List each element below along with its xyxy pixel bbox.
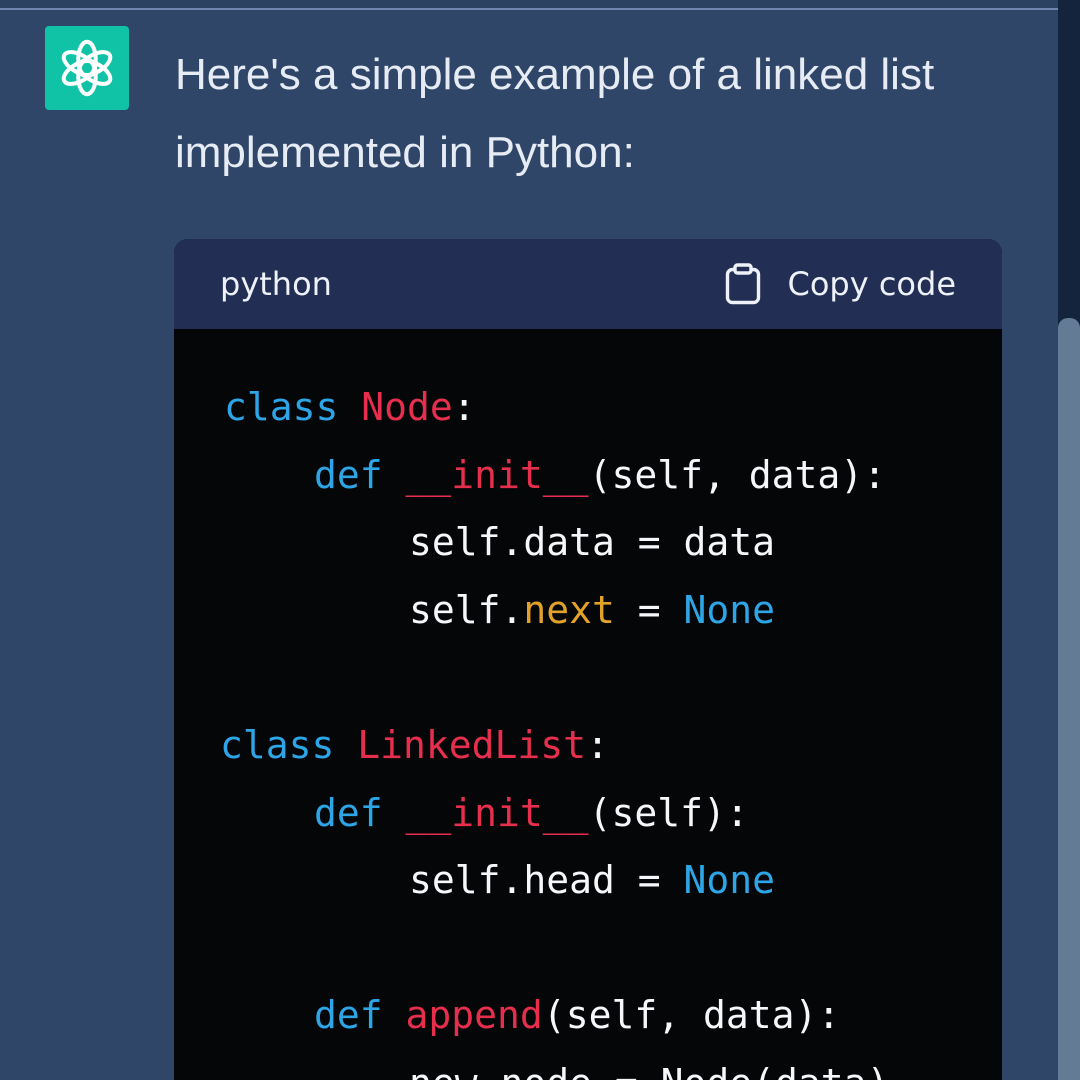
code-token: (self, data): [542,993,841,1037]
code-token: def [314,791,383,835]
code-token: self.data = data [409,520,776,564]
code-token: self.head = [409,858,684,902]
message-line: Here's a simple example of a linked list [175,50,935,99]
scrollbar-thumb[interactable] [1058,318,1080,1080]
assistant-avatar [45,26,129,110]
code-token: (self, data): [588,453,886,497]
code-line: self.next = None [409,586,775,634]
code-token: : [586,723,609,767]
code-token: append [405,993,543,1037]
code-token: self. [409,588,524,632]
code-line: def __init__(self): [314,789,749,837]
code-token: None [683,858,776,902]
code-line: class LinkedList: [220,721,609,769]
code-token: : [452,385,476,429]
code-token: def [314,453,383,497]
code-line: class Node: [224,383,476,431]
code-token: new_node = Node(data) [409,1061,889,1080]
code-language-label: python [220,265,332,303]
top-divider [0,0,1058,10]
code-header: python Copy code [174,239,1002,329]
code-block: python Copy code class Node: def __init__… [174,239,1002,1080]
openai-logo-icon [61,39,113,97]
code-token: Node [361,385,453,429]
code-token: LinkedList [357,723,587,767]
chat-page: Here's a simple example of a linked list… [0,0,1080,1080]
code-token: None [683,588,776,632]
clipboard-icon [726,263,761,305]
code-line: self.head = None [409,856,775,904]
code-line: self.data = data [409,518,775,566]
code-token: def [314,993,383,1037]
code-token: next [523,588,615,632]
message-line: implemented in Python: [175,128,635,177]
code-token: (self): [588,791,749,835]
code-token: class [220,723,335,767]
code-token: __init__ [405,453,589,497]
code-token: __init__ [405,791,589,835]
code-area[interactable]: class Node: def __init__(self, data): self… [174,329,1002,1080]
copy-code-label: Copy code [787,265,956,303]
copy-code-button[interactable]: Copy code [725,263,956,305]
code-line: new_node = Node(data) [409,1059,889,1080]
assistant-message: Here's a simple example of a linked list… [175,36,1015,192]
code-line: def __init__(self, data): [314,451,886,499]
code-token: = [614,588,684,632]
code-token: class [224,385,339,429]
code-line: def append(self, data): [314,991,840,1039]
